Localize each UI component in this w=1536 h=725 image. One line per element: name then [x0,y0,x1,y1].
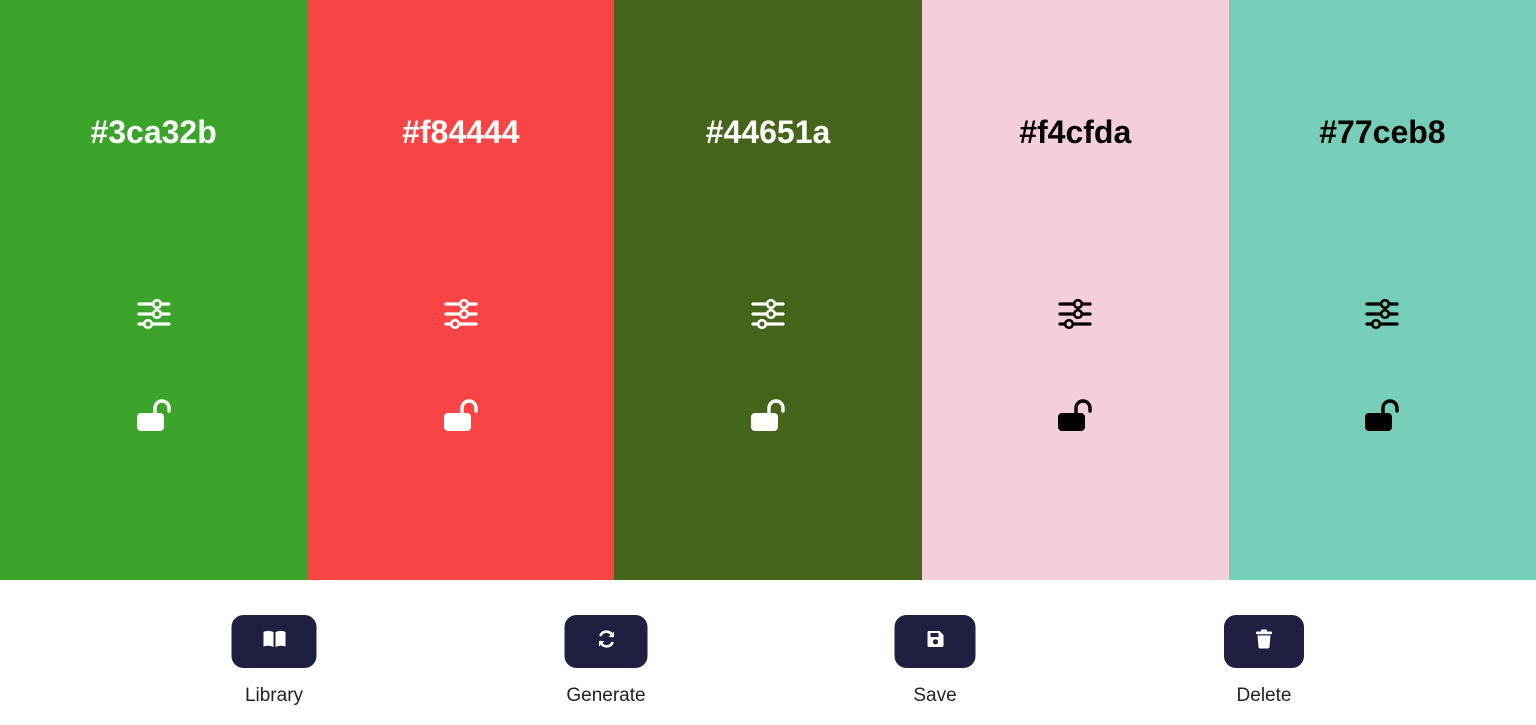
color-swatch-5: #77ceb8 [1228,0,1536,580]
hex-code[interactable]: #77ceb8 [1229,113,1536,151]
save-label: Save [913,685,957,706]
lock-open-icon[interactable] [134,397,174,433]
save-tool: Save [894,615,976,707]
delete-label: Delete [1236,685,1292,706]
hex-code[interactable]: #f84444 [307,113,614,151]
generate-label: Generate [566,685,646,706]
save-button[interactable] [894,615,976,668]
floppy-disk-icon [926,630,944,653]
refresh-icon [596,629,616,654]
delete-button[interactable] [1224,615,1304,668]
color-swatch-3: #44651a [614,0,922,580]
sliders-icon[interactable] [136,296,172,332]
lock-open-icon[interactable] [748,397,788,433]
hex-code[interactable]: #44651a [614,113,921,151]
lock-open-icon[interactable] [1362,397,1402,433]
lock-open-icon[interactable] [441,397,481,433]
color-swatch-4: #f4cfda [921,0,1229,580]
library-button[interactable] [231,615,317,668]
trash-icon [1255,629,1273,654]
bottom-toolbar: Library Generate Save Delete [0,580,1536,725]
hex-code[interactable]: #3ca32b [0,113,307,151]
sliders-icon[interactable] [443,296,479,332]
sliders-icon[interactable] [1057,296,1093,332]
generate-tool: Generate [564,615,648,707]
sliders-icon[interactable] [750,296,786,332]
book-open-icon [262,629,286,654]
sliders-icon[interactable] [1364,296,1400,332]
hex-code[interactable]: #f4cfda [922,113,1229,151]
color-swatch-1: #3ca32b [0,0,308,580]
color-swatch-2: #f84444 [307,0,615,580]
color-palette: #3ca32b #f84444 #44651a #f4cfda #77ceb8 [0,0,1536,580]
delete-tool: Delete [1224,615,1304,707]
library-label: Library [244,685,304,706]
lock-open-icon[interactable] [1055,397,1095,433]
library-tool: Library [231,615,317,707]
generate-button[interactable] [564,615,648,668]
